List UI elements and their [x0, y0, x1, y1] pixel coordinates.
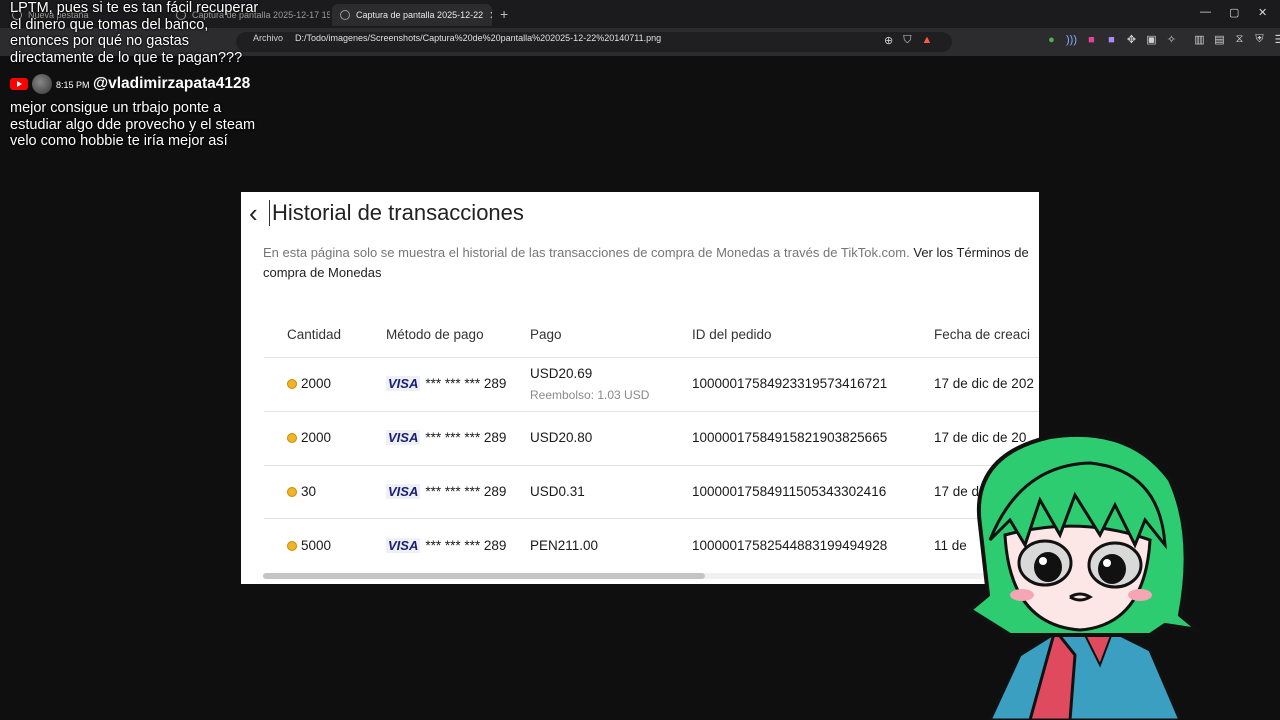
divider	[264, 357, 1039, 358]
order-id-cell: 10000017584911505343302416	[692, 484, 887, 499]
divider	[264, 411, 1039, 412]
amount-value: 30	[301, 484, 317, 499]
visa-logo-icon: VISA	[386, 484, 421, 499]
comment-username: @vladimirzapata4128	[93, 75, 251, 92]
terms-link[interactable]: Ver los Términos de	[913, 245, 1028, 260]
coin-icon	[287, 487, 297, 497]
reply-comment-text: mejor consigue un trbajo ponte a estudia…	[10, 100, 256, 149]
card-number: *** *** *** 289	[425, 538, 507, 553]
column-header-amount: Cantidad	[287, 327, 342, 342]
screenshot-icon[interactable]: ▣	[1146, 34, 1157, 46]
column-header-order-id: ID del pedido	[692, 327, 772, 342]
shield-icon[interactable]: ⛉	[903, 34, 911, 47]
page-description: En esta página solo se muestra el histor…	[263, 243, 1039, 283]
globe-icon	[340, 10, 350, 20]
extension-icon[interactable]: ●	[1046, 34, 1057, 46]
sparkle-icon[interactable]: ✧	[1166, 34, 1177, 46]
card-number: *** *** *** 289	[425, 484, 507, 499]
coin-icon	[287, 541, 297, 551]
extension-icon[interactable]: ■	[1106, 34, 1117, 46]
address-icons: ⊕ ⛉ ▲	[884, 34, 932, 47]
minimize-button[interactable]: —	[1200, 6, 1211, 18]
card-number: *** *** *** 289	[425, 376, 507, 391]
payment-cell: PEN211.00	[530, 538, 599, 553]
payment-method-cell: VISA *** *** *** 289	[386, 376, 506, 391]
warning-icon[interactable]: ▲	[921, 34, 932, 47]
amount-value: 5000	[301, 538, 332, 553]
visa-logo-icon: VISA	[386, 538, 421, 553]
avatar	[32, 74, 52, 94]
wallet-icon[interactable]: ▤	[1214, 34, 1225, 46]
maximize-button[interactable]: ▢	[1229, 6, 1239, 19]
description-text: En esta página solo se muestra el histor…	[263, 245, 910, 260]
character-avatar	[966, 432, 1205, 720]
coin-icon	[287, 379, 297, 389]
divider	[264, 518, 1039, 519]
payment-cell: USD20.80	[530, 430, 593, 445]
card-number: *** *** *** 289	[425, 430, 507, 445]
close-tab-icon[interactable]: ✕	[489, 9, 492, 22]
order-id-cell: 10000017582544883199494928	[692, 538, 888, 553]
comment-time: 8:15 PM	[56, 80, 90, 90]
zoom-icon[interactable]: ⊕	[884, 34, 893, 47]
audio-icon[interactable]: )))	[1066, 34, 1077, 46]
payment-method-cell: VISA *** *** *** 289	[386, 538, 506, 553]
payment-cell: USD20.69	[530, 366, 593, 381]
column-header-method: Método de pago	[386, 327, 484, 342]
visa-logo-icon: VISA	[386, 430, 421, 445]
sidebar-icon[interactable]: ▥	[1194, 34, 1205, 46]
close-window-button[interactable]: ✕	[1258, 6, 1267, 19]
extension-icon[interactable]: ■	[1086, 34, 1097, 46]
puzzle-icon[interactable]: ✥	[1126, 34, 1137, 46]
terms-link-line2[interactable]: compra de Monedas	[263, 265, 382, 280]
history-icon[interactable]: ⧖	[1234, 33, 1245, 45]
column-header-payment: Pago	[530, 327, 562, 342]
amount-cell: 30	[287, 484, 316, 499]
amount-cell: 5000	[287, 538, 331, 553]
tab-screenshot-1222[interactable]: Captura de pantalla 2025-12-22 ✕	[332, 4, 492, 26]
url-text[interactable]: D:/Todo/imagenes/Screenshots/Captura%20d…	[295, 33, 661, 43]
youtube-icon	[10, 78, 28, 90]
chevron-left-icon[interactable]: ‹	[249, 200, 258, 226]
payment-method-cell: VISA *** *** *** 289	[386, 484, 506, 499]
amount-cell: 2000	[287, 376, 331, 391]
divider	[264, 465, 1039, 466]
order-id-cell: 10000017584915821903825665	[692, 430, 888, 445]
coin-icon	[287, 433, 297, 443]
tab-label: Captura de pantalla 2025-12-22	[356, 10, 484, 20]
date-cell: 17 de dic de 202	[934, 376, 1034, 391]
page-title: Historial de transacciones	[269, 200, 524, 226]
amount-value: 2000	[301, 376, 332, 391]
payment-method-cell: VISA *** *** *** 289	[386, 430, 506, 445]
horizontal-scrollbar-thumb[interactable]	[263, 573, 705, 579]
order-id-cell: 10000017584923319573416721	[692, 376, 888, 391]
transaction-history-screenshot: ‹ Historial de transacciones En esta pág…	[241, 192, 1039, 584]
toolbar-icons: ● ))) ■ ■ ✥ ▣ ✧ ▥ ▤ ⧖ ⛨ ☰	[1046, 33, 1280, 46]
refund-note: Reembolso: 1.03 USD	[530, 388, 650, 402]
visa-logo-icon: VISA	[386, 376, 421, 391]
new-tab-button[interactable]: +	[500, 6, 508, 22]
menu-icon[interactable]: ☰	[1274, 34, 1280, 46]
amount-value: 2000	[301, 430, 332, 445]
column-header-date: Fecha de creaci	[934, 327, 1031, 342]
vpn-icon[interactable]: ⛨	[1254, 33, 1265, 45]
payment-cell: USD0.31	[530, 484, 585, 499]
amount-cell: 2000	[287, 430, 331, 445]
parent-comment-text: LPTM, pues si te es tan fácil recuperar …	[10, 0, 259, 66]
